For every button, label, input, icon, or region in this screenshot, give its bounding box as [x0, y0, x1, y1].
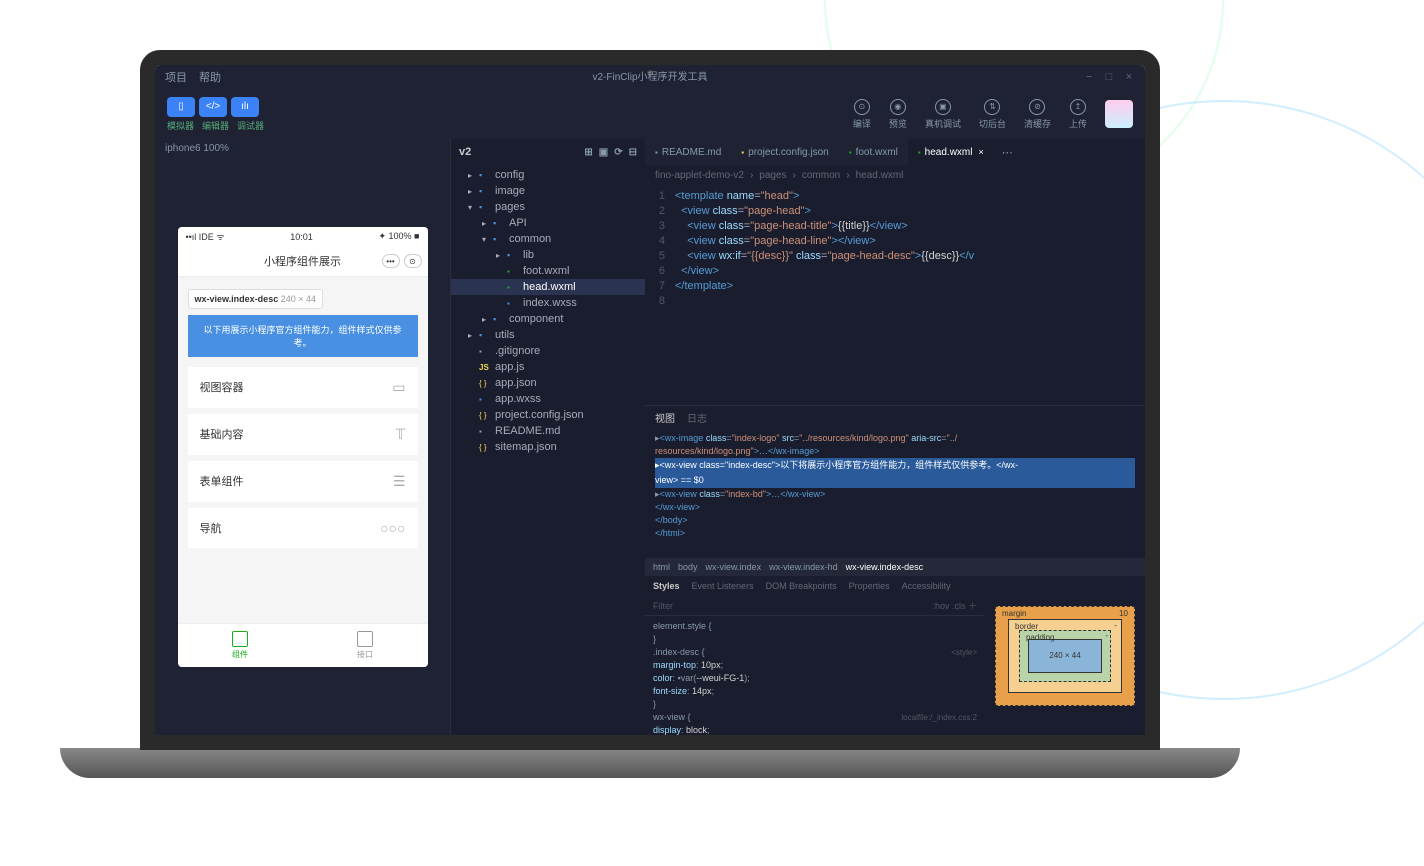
editor-tab[interactable]: ▪head.wxml×	[908, 139, 994, 165]
toolbar-action-上传[interactable]: ↥上传	[1069, 99, 1087, 130]
breadcrumb: fino-applet-demo-v2›pages›common›head.wx…	[645, 165, 1145, 185]
toolbar-action-切后台[interactable]: ⇅切后台	[979, 99, 1006, 130]
code-editor[interactable]: 1<template name="head">2 <view class="pa…	[645, 185, 1145, 405]
simulator-toggle[interactable]: ▯	[167, 97, 195, 117]
css-rules[interactable]: element.style {}.index-desc {<style> mar…	[645, 616, 985, 735]
ide-window: v2-FinClip小程序开发工具 项目 帮助 − □ × ▯ </> ılı …	[155, 65, 1145, 735]
project-root[interactable]: v2	[459, 146, 471, 158]
insp-tab-log[interactable]: 日志	[687, 410, 707, 425]
editor-toggle[interactable]: </>	[199, 97, 227, 117]
tree-item[interactable]: { }project.config.json	[451, 407, 645, 423]
new-file-icon[interactable]: ⊞	[584, 147, 592, 158]
toolbar: ▯ </> ılı 模拟器 编辑器 调试器 ⊙编译◉预览▣真机调试⇅切后台⊘清缓…	[155, 89, 1145, 139]
app-title: 小程序组件展示	[264, 253, 341, 269]
phone-preview: ••ıl IDE ᯤ 10:01 ✦ 100% ■ 小程序组件展示 ••• ⊙ …	[178, 227, 428, 667]
devtools-inspector: 视图 日志 ▸<wx-image class="index-logo" src=…	[645, 405, 1145, 735]
toolbar-action-清缓存[interactable]: ⊘清缓存	[1024, 99, 1051, 130]
styles-tab[interactable]: Event Listeners	[692, 581, 754, 591]
menu-project[interactable]: 项目	[165, 69, 187, 85]
tree-item[interactable]: ▸▪config	[451, 167, 645, 183]
capsule-menu-icon[interactable]: •••	[382, 254, 400, 268]
box-model: margin 10 border - padding - 240 × 44	[985, 576, 1145, 735]
toolbar-action-预览[interactable]: ◉预览	[889, 99, 907, 130]
tree-item[interactable]: JSapp.js	[451, 359, 645, 375]
tree-item[interactable]: ▪index.wxss	[451, 295, 645, 311]
menubar: v2-FinClip小程序开发工具 项目 帮助 − □ ×	[155, 65, 1145, 89]
minimize-icon[interactable]: −	[1083, 71, 1095, 83]
tree-item[interactable]: ▾▪common	[451, 231, 645, 247]
tree-item[interactable]: ▪.gitignore	[451, 343, 645, 359]
battery-icon: ✦ 100% ■	[379, 231, 420, 242]
list-item[interactable]: 基础内容𝕋	[188, 414, 418, 455]
collapse-icon[interactable]: ⊟	[629, 147, 637, 158]
styles-filter[interactable]: Filter	[653, 601, 673, 611]
selected-element[interactable]: 以下用展示小程序官方组件能力，组件样式仅供参考。	[188, 315, 418, 357]
dom-breadcrumb[interactable]: htmlbodywx-view.indexwx-view.index-hdwx-…	[645, 558, 1145, 576]
menu-help[interactable]: 帮助	[199, 69, 221, 85]
toolbar-action-真机调试[interactable]: ▣真机调试	[925, 99, 961, 130]
tab-close-icon[interactable]: ×	[978, 147, 983, 157]
tree-item[interactable]: ▪foot.wxml	[451, 263, 645, 279]
debugger-toggle[interactable]: ılı	[231, 97, 259, 117]
tree-item[interactable]: { }sitemap.json	[451, 439, 645, 455]
tree-item[interactable]: ▸▪image	[451, 183, 645, 199]
tree-item[interactable]: ▸▪API	[451, 215, 645, 231]
tree-item[interactable]: ▪app.wxss	[451, 391, 645, 407]
signal-icon: ••ıl IDE ᯤ	[186, 230, 225, 243]
file-explorer: v2 ⊞ ▣ ⟳ ⊟ ▸▪config▸▪image▾▪pages▸▪API▾▪…	[450, 139, 645, 735]
phone-tab[interactable]: 接口	[303, 624, 428, 667]
editor-tab[interactable]: ▪project.config.json	[731, 139, 838, 165]
tab-more-icon[interactable]: ⋯	[994, 139, 1021, 165]
tree-item[interactable]: ▸▪lib	[451, 247, 645, 263]
styles-toggle[interactable]: :hov .cls ＋	[932, 599, 977, 612]
tree-item[interactable]: ▪README.md	[451, 423, 645, 439]
editor-tab[interactable]: ▪foot.wxml	[839, 139, 908, 165]
close-icon[interactable]: ×	[1123, 71, 1135, 83]
tree-item[interactable]: ▪head.wxml	[451, 279, 645, 295]
refresh-icon[interactable]: ⟳	[614, 147, 622, 158]
simulator-status: iphone6 100%	[155, 139, 450, 158]
list-item[interactable]: 表单组件☰	[188, 461, 418, 502]
styles-tab[interactable]: Properties	[849, 581, 890, 591]
window-title: v2-FinClip小程序开发工具	[592, 68, 707, 83]
phone-time: 10:01	[290, 232, 313, 242]
phone-tab[interactable]: 组件	[178, 624, 303, 667]
tree-item[interactable]: ▾▪pages	[451, 199, 645, 215]
avatar[interactable]	[1105, 100, 1133, 128]
maximize-icon[interactable]: □	[1103, 71, 1115, 83]
laptop-frame: v2-FinClip小程序开发工具 项目 帮助 − □ × ▯ </> ılı …	[60, 50, 1240, 810]
list-item[interactable]: 视图容器▭	[188, 367, 418, 408]
simulator-panel: iphone6 100% ••ıl IDE ᯤ 10:01 ✦ 100% ■ 小…	[155, 139, 450, 735]
tree-item[interactable]: ▸▪utils	[451, 327, 645, 343]
insp-tab-view[interactable]: 视图	[655, 410, 675, 425]
dom-tree[interactable]: ▸<wx-image class="index-logo" src="../re…	[645, 428, 1145, 558]
tree-item[interactable]: { }app.json	[451, 375, 645, 391]
list-item[interactable]: 导航○○○	[188, 508, 418, 548]
styles-tab[interactable]: Styles	[653, 581, 680, 591]
tree-item[interactable]: ▸▪component	[451, 311, 645, 327]
styles-tab[interactable]: DOM Breakpoints	[766, 581, 837, 591]
toolbar-action-编译[interactable]: ⊙编译	[853, 99, 871, 130]
styles-tab[interactable]: Accessibility	[902, 581, 951, 591]
editor-area: ▪README.md▪project.config.json▪foot.wxml…	[645, 139, 1145, 735]
new-folder-icon[interactable]: ▣	[599, 147, 608, 158]
editor-tab[interactable]: ▪README.md	[645, 139, 731, 165]
capsule-close-icon[interactable]: ⊙	[404, 254, 422, 268]
element-tooltip: wx-view.index-desc 240 × 44	[188, 289, 324, 309]
